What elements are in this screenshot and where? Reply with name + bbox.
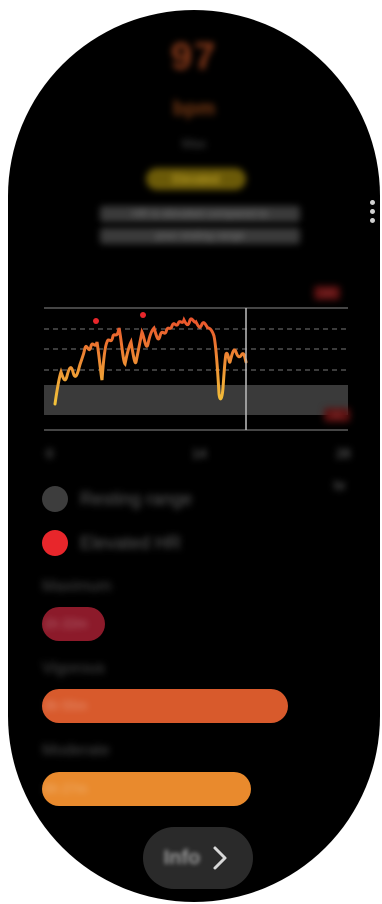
zone-label-moderate: Moderate	[42, 742, 110, 759]
description-line-2: your resting range	[100, 228, 300, 244]
watch-screen: 97 bpm Max Elevated HR is elevated compa…	[8, 10, 380, 902]
x-tick-unit: hr	[334, 478, 346, 493]
heart-rate-unit: bpm	[172, 98, 216, 120]
more-options-icon[interactable]	[370, 200, 376, 227]
elevated-hr-point	[140, 312, 146, 318]
elevated-hr-point	[93, 318, 99, 324]
legend-label: Elevated HR	[80, 532, 182, 553]
elevated-hr-dot	[42, 530, 68, 556]
legend-label: Resting range	[80, 488, 193, 509]
resting-range-dot	[42, 486, 68, 512]
resting-range-band	[44, 385, 348, 415]
zone-label-maximum: Maximum	[42, 578, 112, 595]
legend-resting-range: Resting range	[42, 484, 192, 514]
info-button[interactable]: Info	[143, 827, 253, 889]
x-tick-end: 28	[336, 446, 351, 461]
status-badge: Elevated	[146, 168, 246, 190]
zone-time-maximum: 1h 22m	[44, 616, 88, 631]
x-tick-start: 0	[46, 446, 54, 461]
description-line-1: HR is elevated compared to	[100, 206, 300, 222]
heart-rate-chart-svg	[44, 307, 348, 431]
legend-elevated-hr: Elevated HR	[42, 528, 181, 558]
info-button-label: Info	[163, 846, 201, 869]
min-value-badge: 60	[324, 408, 350, 422]
zone-time-moderate: 6h 27m	[44, 781, 88, 796]
heart-rate-value: 97	[170, 36, 218, 78]
chevron-right-icon	[213, 846, 227, 870]
zone-time-vigorous: 3h 55m	[44, 698, 88, 713]
zone-label-vigorous: Vigorous	[42, 660, 105, 677]
x-tick-middle: 14	[192, 446, 207, 461]
max-value-badge: 140	[314, 286, 340, 300]
heart-rate-subtitle: Max	[181, 136, 207, 151]
heart-rate-chart	[44, 306, 348, 432]
